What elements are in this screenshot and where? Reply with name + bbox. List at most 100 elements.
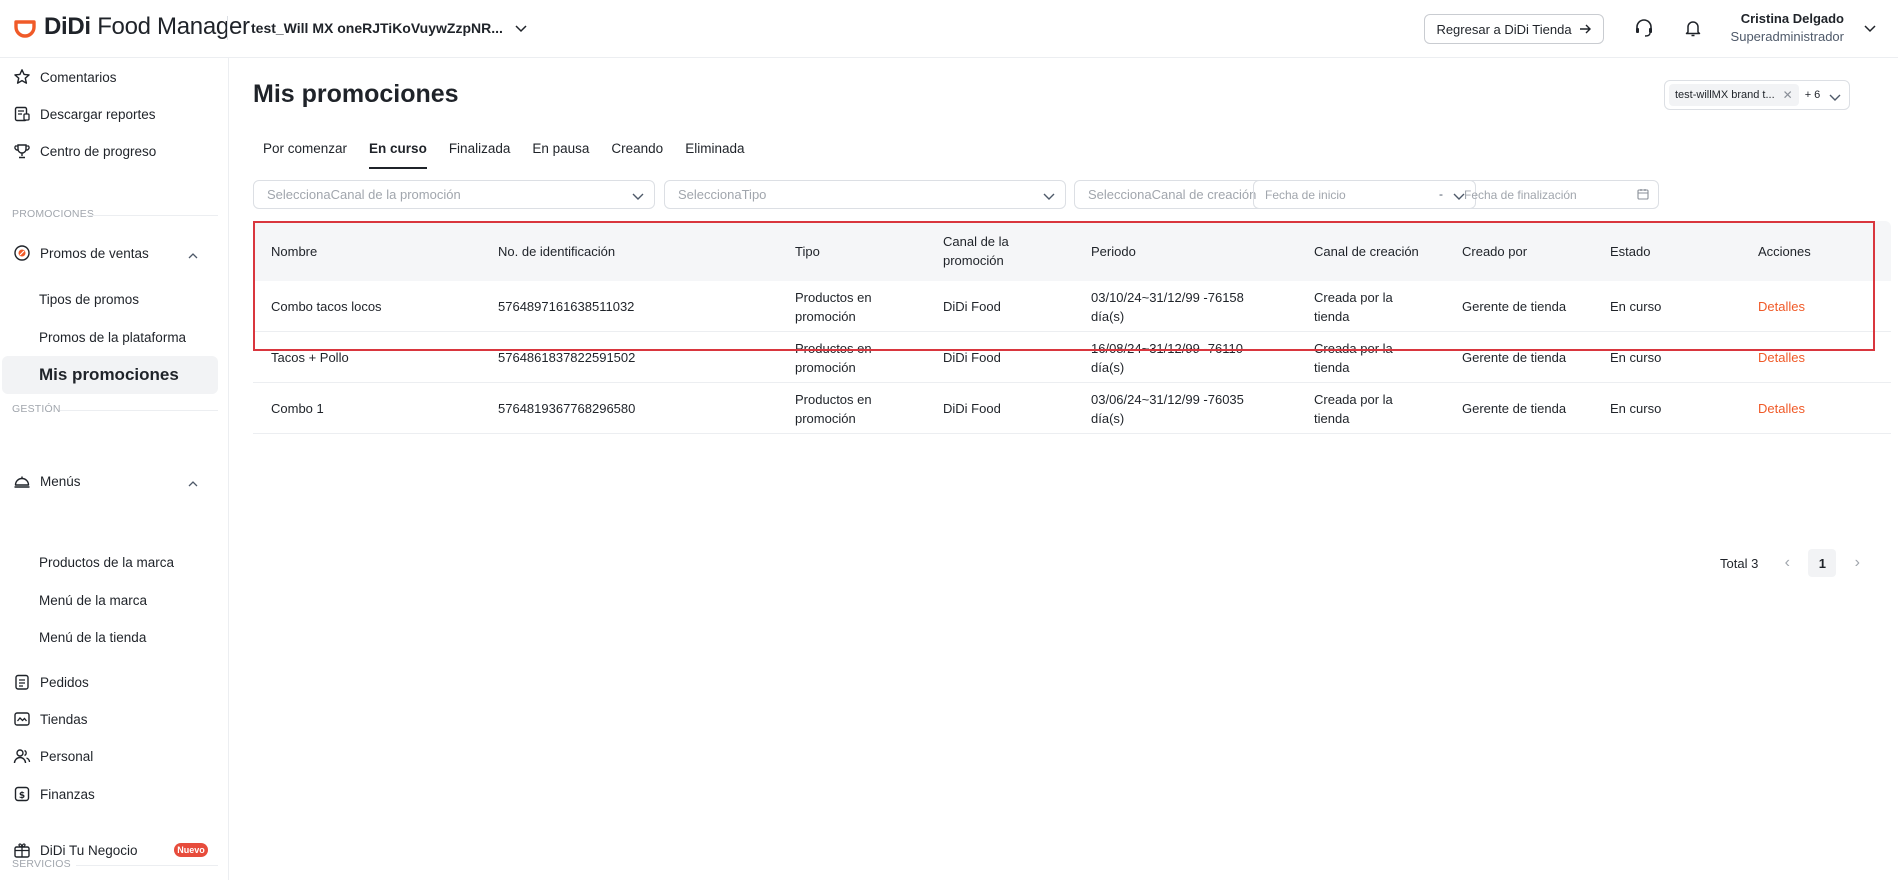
sidebar-item-label: Menús — [40, 473, 81, 489]
trophy-icon — [12, 141, 32, 161]
support-headset-icon[interactable] — [1632, 16, 1656, 40]
sidebar-item-label: Centro de progreso — [40, 143, 157, 159]
table-row[interactable]: Combo tacos locos 5764897161638511032 Pr… — [253, 281, 1891, 332]
brand-filter-select[interactable]: test-willMX brand t... ✕ + 6 — [1664, 80, 1850, 110]
col-header-nombre: Nombre — [271, 243, 318, 259]
clipboard-icon — [12, 672, 32, 692]
chevron-down-icon — [1043, 189, 1055, 204]
sidebar-item-descargar-reportes[interactable]: Descargar reportes — [0, 96, 229, 132]
sidebar-item-menus[interactable]: Menús — [0, 463, 229, 499]
return-to-store-button[interactable]: Regresar a DiDi Tienda — [1424, 14, 1604, 44]
store-selector[interactable]: test_Will MX oneRJTiKoVuywZzpNR... — [251, 17, 527, 39]
col-header-canal-promocion: Canal de la promoción — [943, 234, 1009, 268]
page-button[interactable]: 1 — [1808, 549, 1837, 577]
sidebar-item-tiendas[interactable]: Tiendas — [0, 701, 229, 737]
cell-estado: En curso — [1610, 350, 1662, 365]
sidebar-item-label: Personal — [40, 748, 94, 764]
divider — [227, 16, 228, 40]
didi-logo-icon — [12, 14, 38, 40]
tab-por-comenzar[interactable]: Por comenzar — [263, 141, 347, 169]
table-header: Nombre No. de identificación Tipo Canal … — [253, 221, 1891, 281]
date-range-picker[interactable]: Fecha de inicio - Fecha de finalización — [1253, 180, 1659, 209]
cell-canal-promocion: DiDi Food — [943, 299, 1001, 314]
promo-type-placeholder: SeleccionaTipo — [678, 187, 767, 202]
chevron-down-icon[interactable] — [1864, 20, 1876, 38]
sidebar-item-pedidos[interactable]: Pedidos — [0, 664, 229, 700]
close-icon[interactable]: ✕ — [1783, 88, 1793, 102]
chevron-right-icon[interactable]: › — [1844, 554, 1870, 572]
sidebar-item-comentarios[interactable]: Comentarios — [0, 59, 229, 95]
start-date-input[interactable]: Fecha de inicio — [1265, 188, 1346, 202]
tab-en-curso[interactable]: En curso — [369, 141, 427, 169]
table-row[interactable]: Combo 1 5764819367768296580 Productos en… — [253, 383, 1891, 434]
user-name: Cristina Delgado — [1740, 11, 1844, 26]
calendar-icon — [1637, 188, 1649, 203]
details-link[interactable]: Detalles — [1758, 281, 1805, 332]
end-date-input[interactable]: Fecha de finalización — [1464, 188, 1577, 202]
promo-channel-placeholder: SeleccionaCanal de la promoción — [267, 187, 461, 202]
main-content: Mis promociones test-willMX brand t... ✕… — [230, 58, 1898, 880]
arrow-right-icon — [1579, 21, 1592, 37]
details-link[interactable]: Detalles — [1758, 383, 1805, 434]
sidebar-item-label: Descargar reportes — [40, 106, 156, 122]
tab-creando[interactable]: Creando — [611, 141, 663, 169]
sidebar-subitem-productos-marca[interactable]: Productos de la marca — [39, 549, 174, 575]
sidebar-item-label: Promos de ventas — [40, 245, 149, 261]
divider — [60, 410, 218, 411]
promo-channel-select[interactable]: SeleccionaCanal de la promoción — [253, 180, 655, 209]
cell-periodo: 03/06/24~31/12/99 -76035 día(s) — [1091, 391, 1244, 426]
col-header-periodo: Periodo — [1091, 243, 1136, 259]
col-header-id: No. de identificación — [498, 243, 616, 259]
sidebar-subitem-menu-tienda[interactable]: Menú de la tienda — [39, 624, 146, 650]
date-separator: - — [1439, 187, 1443, 201]
chevron-down-icon — [632, 189, 644, 204]
cell-creado-por: Gerente de tienda — [1462, 299, 1567, 314]
sidebar-item-centro-progreso[interactable]: Centro de progreso — [0, 133, 229, 169]
tab-eliminada[interactable]: Eliminada — [685, 141, 744, 169]
cell-tipo: Productos en promoción — [795, 289, 872, 324]
logo[interactable]: DiDi Food Manager — [12, 12, 250, 42]
col-header-tipo: Tipo — [795, 243, 820, 259]
promo-type-select[interactable]: SeleccionaTipo — [664, 180, 1066, 209]
sidebar-item-personal[interactable]: Personal — [0, 738, 229, 774]
cell-estado: En curso — [1610, 401, 1662, 416]
details-link[interactable]: Detalles — [1758, 332, 1805, 383]
sidebar-item-promos-ventas[interactable]: Promos de ventas — [0, 235, 229, 271]
cell-tipo: Productos en promoción — [795, 340, 872, 375]
user-menu[interactable]: Cristina Delgado Superadministrador — [1731, 11, 1844, 44]
cell-canal-creacion: Creada por la tienda — [1314, 289, 1393, 324]
sidebar-item-label: DiDi Tu Negocio — [40, 842, 138, 858]
brand-more-count: + 6 — [1804, 89, 1821, 101]
creation-channel-placeholder: SeleccionaCanal de creación — [1088, 187, 1257, 202]
cell-creado-por: Gerente de tienda — [1462, 401, 1567, 416]
col-header-acciones: Acciones — [1758, 243, 1811, 259]
sidebar-subitem-mis-promociones[interactable]: Mis promociones — [2, 356, 218, 394]
cell-tipo: Productos en promoción — [795, 391, 872, 426]
store-icon — [12, 709, 32, 729]
chevron-left-icon[interactable]: ‹ — [1774, 554, 1800, 572]
divider — [88, 215, 218, 216]
top-bar: DiDi Food Manager test_Will MX oneRJTiKo… — [0, 0, 1898, 58]
promo-icon — [12, 243, 32, 263]
sidebar-subitem-promos-plataforma[interactable]: Promos de la plataforma — [39, 324, 186, 350]
cell-canal-promocion: DiDi Food — [943, 401, 1001, 416]
new-badge: Nuevo — [174, 843, 208, 857]
brand-tag: test-willMX brand t... ✕ — [1669, 84, 1799, 106]
cell-id: 5764861837822591502 — [498, 350, 636, 365]
sidebar-subitem-menu-marca[interactable]: Menú de la marca — [39, 587, 147, 613]
col-header-creado-por: Creado por — [1462, 243, 1528, 259]
cell-nombre: Tacos + Pollo — [271, 350, 349, 365]
tab-finalizada[interactable]: Finalizada — [449, 141, 511, 169]
cell-canal-creacion: Creada por la tienda — [1314, 340, 1393, 375]
section-promociones: PROMOCIONES — [12, 208, 95, 220]
sidebar-item-finanzas[interactable]: $ Finanzas — [0, 776, 229, 812]
cloche-icon — [12, 471, 32, 491]
bell-icon[interactable] — [1681, 16, 1705, 40]
cell-id: 5764819367768296580 — [498, 401, 636, 416]
tab-en-pausa[interactable]: En pausa — [532, 141, 589, 169]
chevron-down-icon — [515, 20, 527, 36]
cell-periodo: 16/08/24~31/12/99 -76110 día(s) — [1091, 340, 1243, 375]
sidebar-subitem-tipos-promos[interactable]: Tipos de promos — [39, 286, 139, 312]
report-icon — [12, 104, 32, 124]
table-row[interactable]: Tacos + Pollo 5764861837822591502 Produc… — [253, 332, 1891, 383]
